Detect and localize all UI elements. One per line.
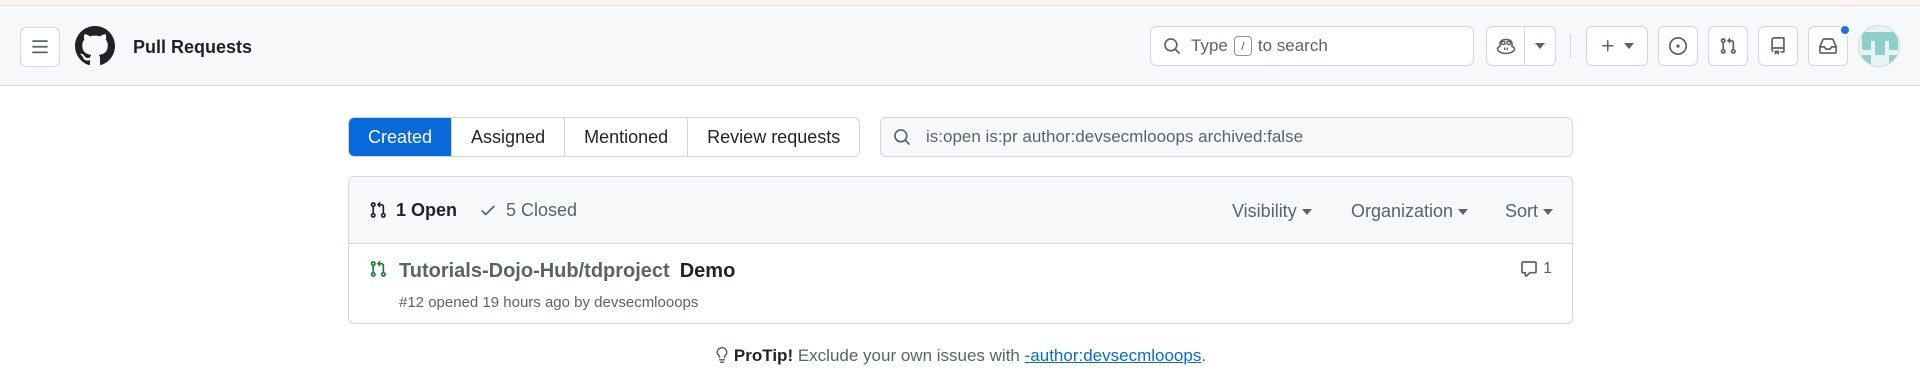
copilot-menu-chevron-down-icon[interactable] bbox=[1525, 43, 1555, 49]
comments-link[interactable]: 1 bbox=[1520, 260, 1552, 278]
pull-requests-button[interactable] bbox=[1708, 26, 1748, 66]
pull-request-list: 1 Open 5 Closed Visibility Organization … bbox=[348, 176, 1573, 324]
pull-request-title-row: Tutorials-Dojo-Hub/tdproject Demo bbox=[399, 260, 735, 283]
tab-mentioned[interactable]: Mentioned bbox=[565, 118, 689, 156]
search-shortcut-key: / bbox=[1233, 36, 1252, 56]
inbox-icon bbox=[1819, 38, 1837, 54]
page-title[interactable]: Pull Requests bbox=[133, 37, 252, 58]
visibility-dropdown[interactable]: Visibility bbox=[1232, 201, 1312, 222]
protip-period: . bbox=[1201, 346, 1207, 365]
tab-created[interactable]: Created bbox=[349, 118, 453, 156]
hamburger-icon bbox=[32, 40, 48, 54]
tab-assigned[interactable]: Assigned bbox=[452, 118, 566, 156]
organization-label: Organization bbox=[1351, 201, 1454, 221]
closed-filter-link[interactable]: 5 Closed bbox=[479, 200, 577, 221]
sort-label: Sort bbox=[1505, 201, 1539, 221]
repositories-button[interactable] bbox=[1758, 26, 1798, 66]
list-item: Tutorials-Dojo-Hub/tdproject Demo #12 op… bbox=[349, 244, 1572, 323]
search-placeholder-suffix: to search bbox=[1257, 36, 1328, 55]
filter-query-input[interactable]: is:open is:pr author:devsecmlooops archi… bbox=[880, 117, 1573, 157]
open-count-label: 1 Open bbox=[396, 199, 458, 220]
organization-dropdown[interactable]: Organization bbox=[1351, 201, 1469, 222]
comment-count: 1 bbox=[1543, 260, 1552, 277]
closed-count-label: 5 Closed bbox=[506, 199, 578, 220]
search-placeholder-prefix: Type bbox=[1191, 36, 1228, 55]
sort-dropdown[interactable]: Sort bbox=[1505, 201, 1554, 222]
list-header: 1 Open 5 Closed Visibility Organization … bbox=[349, 177, 1572, 244]
filter-query-text: is:open is:pr author:devsecmlooops archi… bbox=[926, 127, 1304, 146]
chevron-down-icon bbox=[1543, 208, 1554, 215]
protip-text: Exclude your own issues with bbox=[797, 346, 1020, 365]
search-icon bbox=[1163, 37, 1181, 55]
tab-review-requests[interactable]: Review requests bbox=[688, 118, 860, 156]
check-icon bbox=[481, 205, 495, 216]
protip-exclude-link[interactable]: -author:devsecmlooops bbox=[1025, 346, 1202, 365]
open-filter-link[interactable]: 1 Open bbox=[369, 200, 457, 221]
issue-opened-icon bbox=[1669, 37, 1687, 55]
chevron-down-icon bbox=[1624, 43, 1634, 49]
header-divider bbox=[1570, 34, 1571, 58]
pull-request-filter-tabs: Created Assigned Mentioned Review reques… bbox=[348, 117, 861, 157]
global-header: Pull Requests Type / to search bbox=[0, 6, 1920, 86]
pull-request-meta: #12 opened 19 hours ago by devsecmlooops bbox=[399, 294, 699, 311]
git-pull-request-icon bbox=[370, 201, 386, 218]
plus-icon bbox=[1602, 40, 1614, 52]
global-search-input[interactable]: Type / to search bbox=[1150, 26, 1474, 66]
repository-link[interactable]: Tutorials-Dojo-Hub/tdproject bbox=[399, 260, 670, 283]
github-logo-icon[interactable] bbox=[75, 26, 115, 66]
search-icon bbox=[893, 128, 911, 146]
copilot-icon[interactable] bbox=[1487, 27, 1525, 65]
user-avatar[interactable] bbox=[1858, 25, 1900, 67]
comment-icon bbox=[1521, 261, 1537, 277]
light-bulb-icon bbox=[714, 346, 730, 369]
pull-request-title-link[interactable]: Demo bbox=[680, 260, 736, 283]
chevron-down-icon bbox=[1301, 208, 1312, 215]
git-pull-request-icon bbox=[1720, 37, 1736, 54]
open-pull-request-icon bbox=[369, 260, 387, 283]
protip-label: ProTip! bbox=[733, 346, 794, 365]
menu-button[interactable] bbox=[20, 27, 60, 67]
copilot-button[interactable] bbox=[1486, 26, 1556, 66]
protip: ProTip! Exclude your own issues with -au… bbox=[0, 346, 1920, 369]
issues-button[interactable] bbox=[1658, 26, 1698, 66]
repo-icon bbox=[1771, 37, 1785, 55]
visibility-label: Visibility bbox=[1232, 201, 1297, 221]
chevron-down-icon bbox=[1458, 208, 1469, 215]
create-new-button[interactable] bbox=[1586, 26, 1648, 66]
notification-dot bbox=[1839, 24, 1851, 36]
